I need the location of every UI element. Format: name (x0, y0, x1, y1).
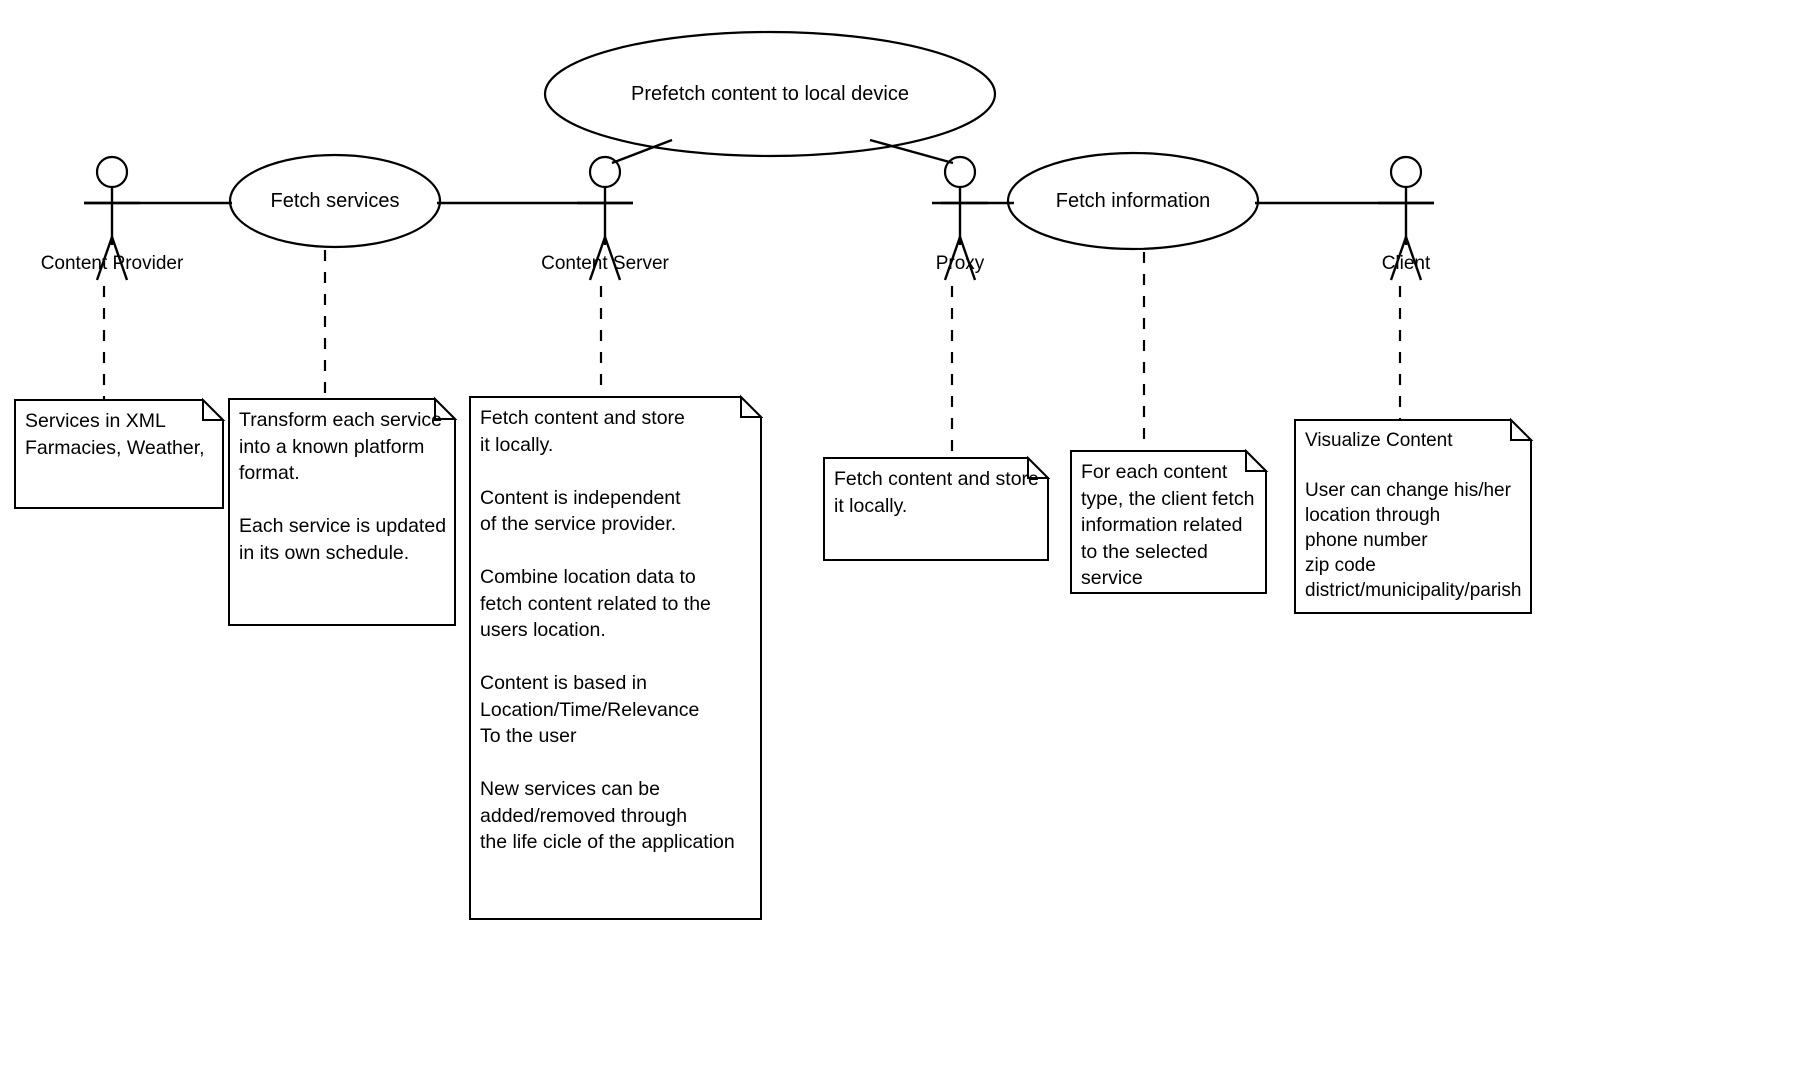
note-proxy[interactable]: Fetch content and store it locally. (823, 457, 1049, 561)
note-visualize-content[interactable]: Visualize Content User can change his/he… (1294, 419, 1532, 614)
note-fetch-information[interactable]: For each content type, the client fetch … (1070, 450, 1267, 594)
note-text-services-xml: Services in XML Farmacies, Weather, (25, 410, 205, 459)
actor-label-content-server: Content Server (541, 253, 669, 274)
note-text-fetch-information: For each content type, the client fetch … (1081, 461, 1255, 589)
note-content-server[interactable]: Fetch content and store it locally. Cont… (469, 396, 762, 920)
note-transform-service[interactable]: Transform each service into a known plat… (228, 398, 456, 626)
use-case-label-fetch-services: Fetch services (270, 190, 400, 212)
note-services-xml[interactable]: Services in XML Farmacies, Weather, (14, 399, 224, 509)
note-text-proxy: Fetch content and store it locally. (834, 468, 1039, 517)
actor-label-proxy: Proxy (935, 253, 985, 274)
actor-label-client: Client (1381, 253, 1431, 274)
use-case-label-prefetch: Prefetch content to local device (631, 83, 909, 105)
note-text-transform-service: Transform each service into a known plat… (239, 409, 447, 564)
actor-label-content-provider: Content Provider (40, 253, 184, 274)
association-prefetch-proxy (869, 138, 954, 165)
use-case-label-fetch-information: Fetch information (1055, 190, 1211, 212)
use-case-diagram-canvas: Prefetch content to local device Fetch s… (0, 0, 1796, 1087)
note-text-visualize-content: Visualize Content User can change his/he… (1305, 430, 1522, 601)
note-text-content-server: Fetch content and store it locally. Cont… (480, 407, 735, 853)
